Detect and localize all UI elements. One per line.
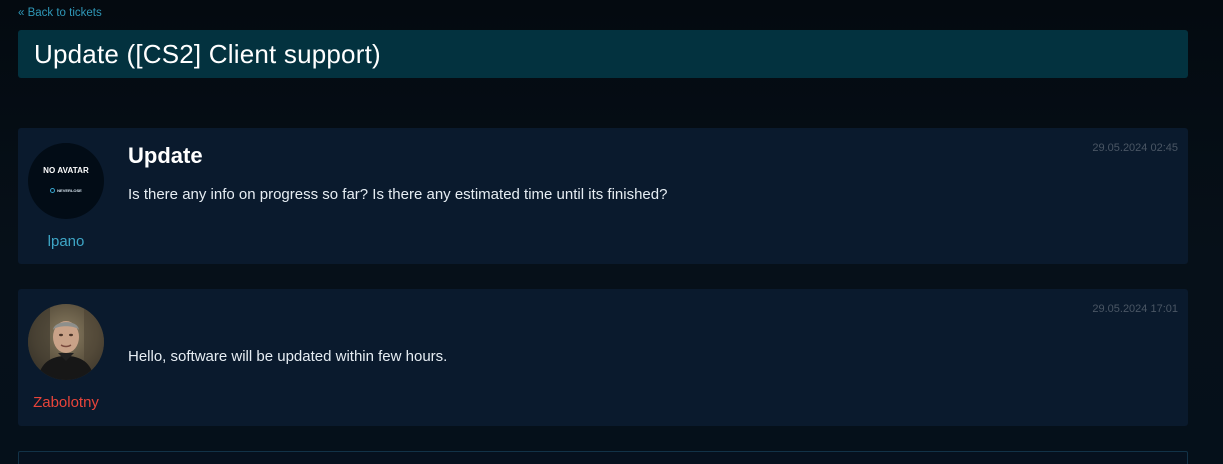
- no-avatar-label: NO AVATAR: [43, 165, 89, 175]
- neverlose-logo-text: NEVERLOSE: [57, 187, 82, 193]
- message-date: 29.05.2024 17:01: [1092, 303, 1178, 315]
- neverlose-logo: NEVERLOSE: [50, 187, 82, 193]
- message-title: Update: [128, 143, 203, 168]
- neverlose-logo-icon: [50, 187, 56, 193]
- back-to-tickets-link[interactable]: « Back to tickets: [18, 7, 102, 19]
- ticket-title-bar: Update ([CS2] Client support): [18, 30, 1188, 78]
- author-name[interactable]: lpano: [18, 233, 114, 250]
- message-body: Is there any info on progress so far? Is…: [128, 186, 668, 203]
- reply-input[interactable]: [18, 451, 1188, 464]
- avatar-photo: [28, 304, 104, 380]
- page-title: Update ([CS2] Client support): [34, 38, 381, 69]
- ticket-message: NO AVATAR NEVERLOSE lpano Update Is ther…: [18, 128, 1188, 264]
- avatar[interactable]: NO AVATAR NEVERLOSE: [28, 143, 104, 219]
- avatar[interactable]: [28, 304, 104, 380]
- ticket-message: Zabolotny Hello, software will be update…: [18, 289, 1188, 426]
- message-date: 29.05.2024 02:45: [1092, 142, 1178, 154]
- author-name[interactable]: Zabolotny: [18, 394, 114, 411]
- ticket-page: « Back to tickets Update ([CS2] Client s…: [0, 0, 1223, 464]
- message-body: Hello, software will be updated within f…: [128, 348, 448, 365]
